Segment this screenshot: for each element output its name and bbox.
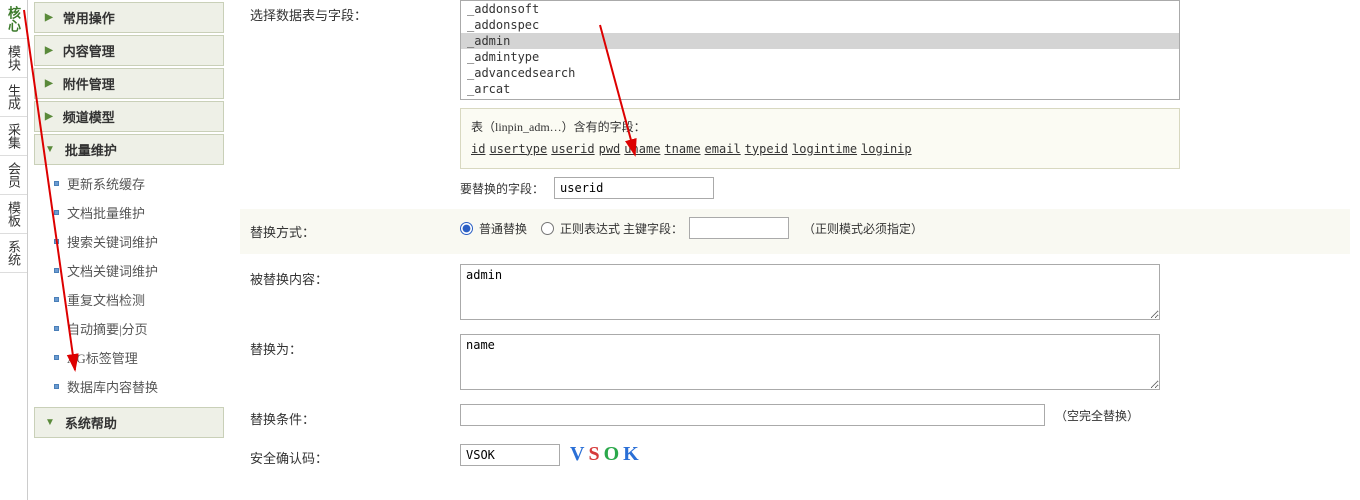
vtab-member[interactable]: 会员 bbox=[0, 156, 27, 195]
condition-hint: （空完全替换） bbox=[1055, 407, 1139, 424]
vertical-tabs: 核心 模块 生成 采集 会员 模板 系统 bbox=[0, 0, 28, 500]
field-link[interactable]: loginip bbox=[861, 142, 912, 156]
radio-normal[interactable] bbox=[460, 222, 473, 235]
vtab-generate[interactable]: 生成 bbox=[0, 78, 27, 117]
bullet-icon bbox=[54, 297, 59, 302]
label-condition: 替换条件： bbox=[240, 404, 460, 433]
bullet-icon bbox=[54, 384, 59, 389]
field-link[interactable]: uname bbox=[624, 142, 660, 156]
textarea-replaced-content[interactable] bbox=[460, 264, 1160, 320]
regex-hint: （正则模式必须指定） bbox=[803, 220, 923, 237]
input-captcha[interactable] bbox=[460, 444, 560, 466]
chevron-down-icon: ▼ bbox=[45, 417, 55, 428]
label-select-table: 选择数据表与字段： bbox=[240, 0, 460, 29]
label-replace-to: 替换为： bbox=[240, 334, 460, 363]
vtab-core[interactable]: 核心 bbox=[0, 0, 27, 39]
main-form: 选择数据表与字段： _addonsoft _addonspec _admin _… bbox=[230, 0, 1360, 500]
chevron-right-icon: ▶ bbox=[45, 45, 53, 56]
bullet-icon bbox=[54, 239, 59, 244]
table-listbox[interactable]: _addonsoft _addonspec _admin _admintype … bbox=[460, 0, 1180, 100]
bullet-icon bbox=[54, 181, 59, 186]
input-replace-field[interactable] bbox=[554, 177, 714, 199]
input-primary-key[interactable] bbox=[689, 217, 789, 239]
field-link[interactable]: usertype bbox=[489, 142, 547, 156]
sidebar-item-batch-2[interactable]: 搜索关键词维护 bbox=[52, 227, 224, 256]
table-option[interactable]: _admin bbox=[461, 33, 1179, 49]
table-option[interactable]: _advancedsearch bbox=[461, 65, 1179, 81]
field-link[interactable]: tname bbox=[664, 142, 700, 156]
radio-normal-label: 普通替换 bbox=[479, 220, 527, 237]
fields-panel: 表（linpin_adm…）含有的字段： id usertype userid pwd… bbox=[460, 108, 1180, 169]
label-replace-field: 要替换的字段： bbox=[460, 180, 544, 197]
sidebar-item-batch-3[interactable]: 文档关键词维护 bbox=[52, 256, 224, 285]
label-captcha: 安全确认码： bbox=[240, 443, 460, 472]
chevron-right-icon: ▶ bbox=[45, 111, 53, 122]
menu-content[interactable]: ▶内容管理 bbox=[34, 35, 224, 66]
table-option[interactable]: _addonsoft bbox=[461, 1, 1179, 17]
bullet-icon bbox=[54, 326, 59, 331]
textarea-replace-to[interactable] bbox=[460, 334, 1160, 390]
bullet-icon bbox=[54, 210, 59, 215]
menu-system-help[interactable]: ▼系统帮助 bbox=[34, 407, 224, 438]
vtab-module[interactable]: 模块 bbox=[0, 39, 27, 78]
sidebar: ▶常用操作 ▶内容管理 ▶附件管理 ▶频道模型 ▼批量维护 更新系统缓存文档批量… bbox=[28, 0, 230, 500]
radio-regex[interactable] bbox=[541, 222, 554, 235]
sidebar-item-batch-6[interactable]: AG标签管理 bbox=[52, 343, 224, 372]
chevron-right-icon: ▶ bbox=[45, 12, 53, 23]
vtab-template[interactable]: 模板 bbox=[0, 195, 27, 234]
field-link[interactable]: userid bbox=[551, 142, 594, 156]
bullet-icon bbox=[54, 355, 59, 360]
radio-regex-label: 正则表达式 主键字段： bbox=[560, 220, 683, 237]
menu-channel[interactable]: ▶频道模型 bbox=[34, 101, 224, 132]
field-link[interactable]: logintime bbox=[792, 142, 857, 156]
chevron-right-icon: ▶ bbox=[45, 78, 53, 89]
fields-panel-header: 表（linpin_adm…）含有的字段： bbox=[471, 117, 1169, 139]
chevron-down-icon: ▼ bbox=[45, 144, 55, 155]
vtab-system[interactable]: 系统 bbox=[0, 234, 27, 273]
sidebar-item-batch-5[interactable]: 自动摘要|分页 bbox=[52, 314, 224, 343]
table-option[interactable]: _arcat bbox=[461, 81, 1179, 97]
label-method: 替换方式： bbox=[240, 217, 460, 246]
sidebar-item-batch-4[interactable]: 重复文档检测 bbox=[52, 285, 224, 314]
sidebar-item-batch-0[interactable]: 更新系统缓存 bbox=[52, 169, 224, 198]
field-link[interactable]: typeid bbox=[745, 142, 788, 156]
vtab-collect[interactable]: 采集 bbox=[0, 117, 27, 156]
table-option[interactable]: _addonspec bbox=[461, 17, 1179, 33]
menu-attachment[interactable]: ▶附件管理 bbox=[34, 68, 224, 99]
label-replaced-content: 被替换内容： bbox=[240, 264, 460, 293]
sidebar-item-batch-7[interactable]: 数据库内容替换 bbox=[52, 372, 224, 401]
field-link[interactable]: id bbox=[471, 142, 485, 156]
sidebar-item-batch-1[interactable]: 文档批量维护 bbox=[52, 198, 224, 227]
field-link[interactable]: pwd bbox=[599, 142, 621, 156]
field-link[interactable]: email bbox=[705, 142, 741, 156]
input-condition[interactable] bbox=[460, 404, 1045, 426]
bullet-icon bbox=[54, 268, 59, 273]
menu-common-ops[interactable]: ▶常用操作 bbox=[34, 2, 224, 33]
menu-batch[interactable]: ▼批量维护 bbox=[34, 134, 224, 165]
table-option[interactable]: _admintype bbox=[461, 49, 1179, 65]
captcha-image[interactable]: VSOK bbox=[570, 443, 643, 466]
